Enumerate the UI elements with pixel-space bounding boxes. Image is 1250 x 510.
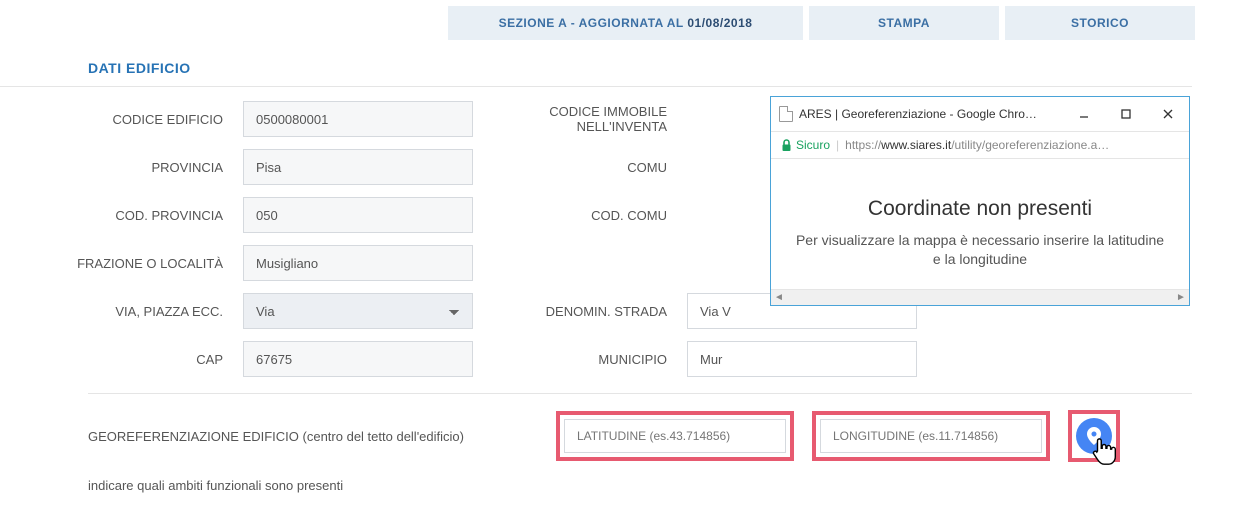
input-cod-provincia[interactable] [243, 197, 473, 233]
scroll-right-arrow[interactable]: ► [1174, 290, 1188, 304]
tab-sezione[interactable]: SEZIONE A - AGGIORNATA AL 01/08/2018 [448, 6, 803, 40]
bottom-instruction: indicare quali ambiti funzionali sono pr… [0, 468, 1250, 507]
address-divider: | [836, 138, 839, 152]
label-provincia: PROVINCIA [0, 160, 243, 175]
popup-title: ARES | Georeferenziazione - Google Chro… [799, 107, 1063, 121]
label-cod-provincia: COD. PROVINCIA [0, 208, 243, 223]
highlight-longitudine [812, 411, 1050, 461]
close-button[interactable] [1147, 101, 1189, 127]
popup-window: ARES | Georeferenziazione - Google Chro…… [770, 96, 1190, 306]
input-provincia[interactable] [243, 149, 473, 185]
scroll-left-arrow[interactable]: ◄ [772, 290, 786, 304]
label-comune: COMU [473, 160, 687, 175]
input-municipio[interactable] [687, 341, 917, 377]
lock-icon [781, 139, 792, 152]
highlight-pin-button [1068, 410, 1120, 462]
select-via-piazza[interactable]: Via [243, 293, 473, 329]
input-latitudine[interactable] [564, 419, 786, 453]
tab-sezione-date: 01/08/2018 [687, 16, 752, 30]
tab-storico[interactable]: STORICO [1005, 6, 1195, 40]
label-municipio: MUNICIPIO [473, 352, 687, 367]
label-georeferenziazione: GEOREFERENZIAZIONE EDIFICIO (centro del … [88, 429, 538, 444]
label-frazione: FRAZIONE O LOCALITÀ [0, 256, 243, 271]
label-via-piazza: VIA, PIAZZA ECC. [0, 304, 243, 319]
popup-message-title: Coordinate non presenti [791, 197, 1169, 221]
input-cap[interactable] [243, 341, 473, 377]
popup-message-text: Per visualizzare la mappa è necessario i… [791, 231, 1169, 269]
minimize-button[interactable] [1063, 101, 1105, 127]
page-icon [779, 106, 793, 122]
input-frazione[interactable] [243, 245, 473, 281]
popup-url: https://www.siares.it/utility/georeferen… [845, 138, 1109, 152]
label-codice-immobile: CODICE IMMOBILE NELL'INVENTA [473, 104, 687, 134]
label-cap: CAP [0, 352, 243, 367]
section-title-dati-edificio: DATI EDIFICIO [0, 46, 1192, 87]
popup-titlebar[interactable]: ARES | Georeferenziazione - Google Chro… [771, 97, 1189, 132]
popup-body: Coordinate non presenti Per visualizzare… [771, 159, 1189, 289]
input-codice-edificio[interactable] [243, 101, 473, 137]
label-denomin-strada: DENOMIN. STRADA [473, 304, 687, 319]
highlight-latitudine [556, 411, 794, 461]
secure-label: Sicuro [796, 138, 830, 152]
tab-sezione-prefix: SEZIONE A - AGGIORNATA AL [499, 16, 688, 30]
cursor-hand-icon [1090, 436, 1120, 468]
tab-stampa[interactable]: STAMPA [809, 6, 999, 40]
popup-horizontal-scrollbar[interactable]: ◄ ► [771, 289, 1189, 305]
input-longitudine[interactable] [820, 419, 1042, 453]
label-codice-edificio: CODICE EDIFICIO [0, 112, 243, 127]
label-cod-comune: COD. COMU [473, 208, 687, 223]
popup-address-bar[interactable]: Sicuro | https://www.siares.it/utility/g… [771, 132, 1189, 159]
maximize-button[interactable] [1105, 101, 1147, 127]
